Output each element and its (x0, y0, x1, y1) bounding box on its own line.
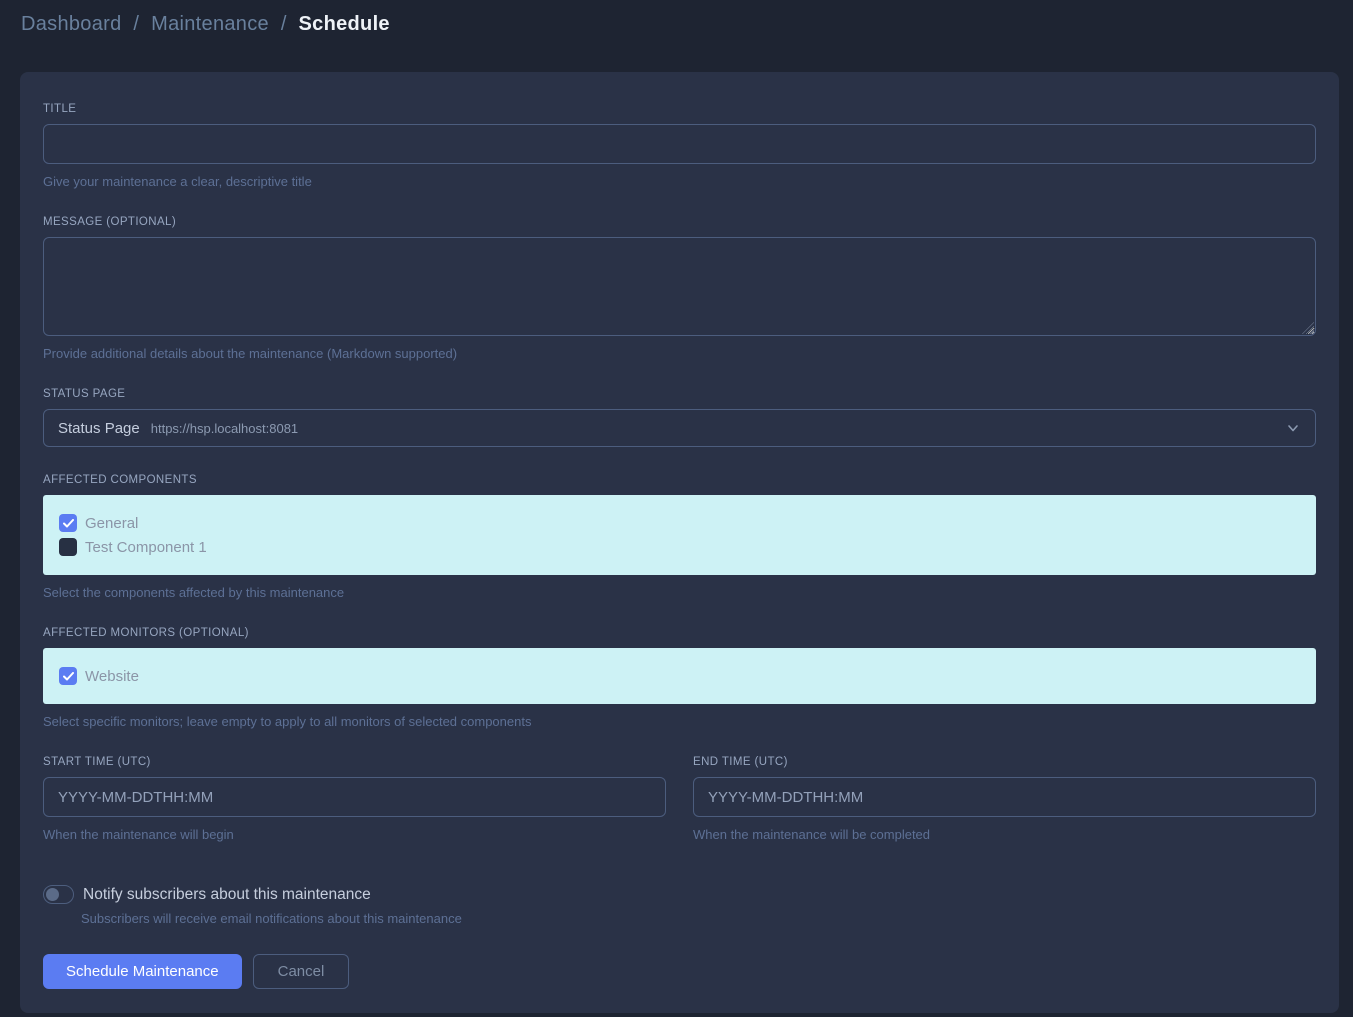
checkbox-general[interactable] (59, 514, 77, 532)
check-icon (63, 519, 74, 528)
title-label: TITLE (43, 103, 1316, 115)
status-page-select[interactable]: Status Page https://hsp.localhost:8081 (43, 409, 1316, 447)
start-time-input[interactable] (43, 777, 666, 817)
breadcrumb-dashboard[interactable]: Dashboard (21, 13, 122, 35)
page-title: Schedule (299, 13, 390, 35)
monitors-list: Website (43, 648, 1316, 704)
schedule-maintenance-button[interactable]: Schedule Maintenance (43, 954, 242, 989)
components-list: General Test Component 1 (43, 495, 1316, 575)
component-label[interactable]: Test Component 1 (85, 539, 207, 556)
affected-components-helper: Select the components affected by this m… (43, 585, 1316, 600)
breadcrumb: Dashboard / Maintenance / Schedule (0, 0, 1353, 72)
time-fields-row: START TIME (UTC) When the maintenance wi… (43, 756, 1316, 842)
notify-helper: Subscribers will receive email notificat… (81, 911, 1316, 926)
status-page-group: STATUS PAGE Status Page https://hsp.loca… (43, 388, 1316, 447)
end-time-input[interactable] (693, 777, 1316, 817)
notify-row: Notify subscribers about this maintenanc… (43, 885, 1316, 904)
affected-monitors-helper: Select specific monitors; leave empty to… (43, 714, 1316, 729)
message-helper: Provide additional details about the mai… (43, 346, 1316, 361)
message-label: MESSAGE (OPTIONAL) (43, 216, 1316, 228)
title-group: TITLE Give your maintenance a clear, des… (43, 103, 1316, 189)
checkbox-test-component-1[interactable] (59, 538, 77, 556)
end-time-label: END TIME (UTC) (693, 756, 1316, 768)
end-time-group: END TIME (UTC) When the maintenance will… (693, 756, 1316, 842)
component-row: Test Component 1 (59, 535, 1300, 559)
monitor-label[interactable]: Website (85, 668, 139, 685)
status-page-label: STATUS PAGE (43, 388, 1316, 400)
breadcrumb-separator: / (281, 13, 287, 35)
toggle-knob (46, 888, 59, 901)
component-row: General (59, 511, 1300, 535)
status-page-selected-url: https://hsp.localhost:8081 (151, 421, 298, 436)
title-input[interactable] (43, 124, 1316, 164)
checkbox-website[interactable] (59, 667, 77, 685)
chevron-down-icon (1286, 421, 1300, 435)
end-time-helper: When the maintenance will be completed (693, 827, 1316, 842)
breadcrumb-maintenance[interactable]: Maintenance (151, 13, 269, 35)
monitor-row: Website (59, 664, 1300, 688)
affected-components-label: AFFECTED COMPONENTS (43, 474, 1316, 486)
start-time-label: START TIME (UTC) (43, 756, 666, 768)
maintenance-form-card: TITLE Give your maintenance a clear, des… (20, 72, 1339, 1013)
affected-components-group: AFFECTED COMPONENTS General Test Compone… (43, 474, 1316, 600)
affected-monitors-group: AFFECTED MONITORS (OPTIONAL) Website Sel… (43, 627, 1316, 729)
form-actions: Schedule Maintenance Cancel (43, 954, 1316, 989)
breadcrumb-separator: / (133, 13, 139, 35)
start-time-helper: When the maintenance will begin (43, 827, 666, 842)
message-textarea[interactable] (43, 237, 1316, 336)
component-label[interactable]: General (85, 515, 138, 532)
title-helper: Give your maintenance a clear, descripti… (43, 174, 1316, 189)
notify-toggle[interactable] (43, 885, 74, 904)
status-page-selected-name: Status Page (58, 420, 140, 437)
cancel-button[interactable]: Cancel (253, 954, 350, 989)
notify-section: Notify subscribers about this maintenanc… (43, 885, 1316, 926)
notify-label: Notify subscribers about this maintenanc… (83, 886, 371, 904)
check-icon (63, 672, 74, 681)
message-group: MESSAGE (OPTIONAL) Provide additional de… (43, 216, 1316, 361)
affected-monitors-label: AFFECTED MONITORS (OPTIONAL) (43, 627, 1316, 639)
start-time-group: START TIME (UTC) When the maintenance wi… (43, 756, 666, 842)
